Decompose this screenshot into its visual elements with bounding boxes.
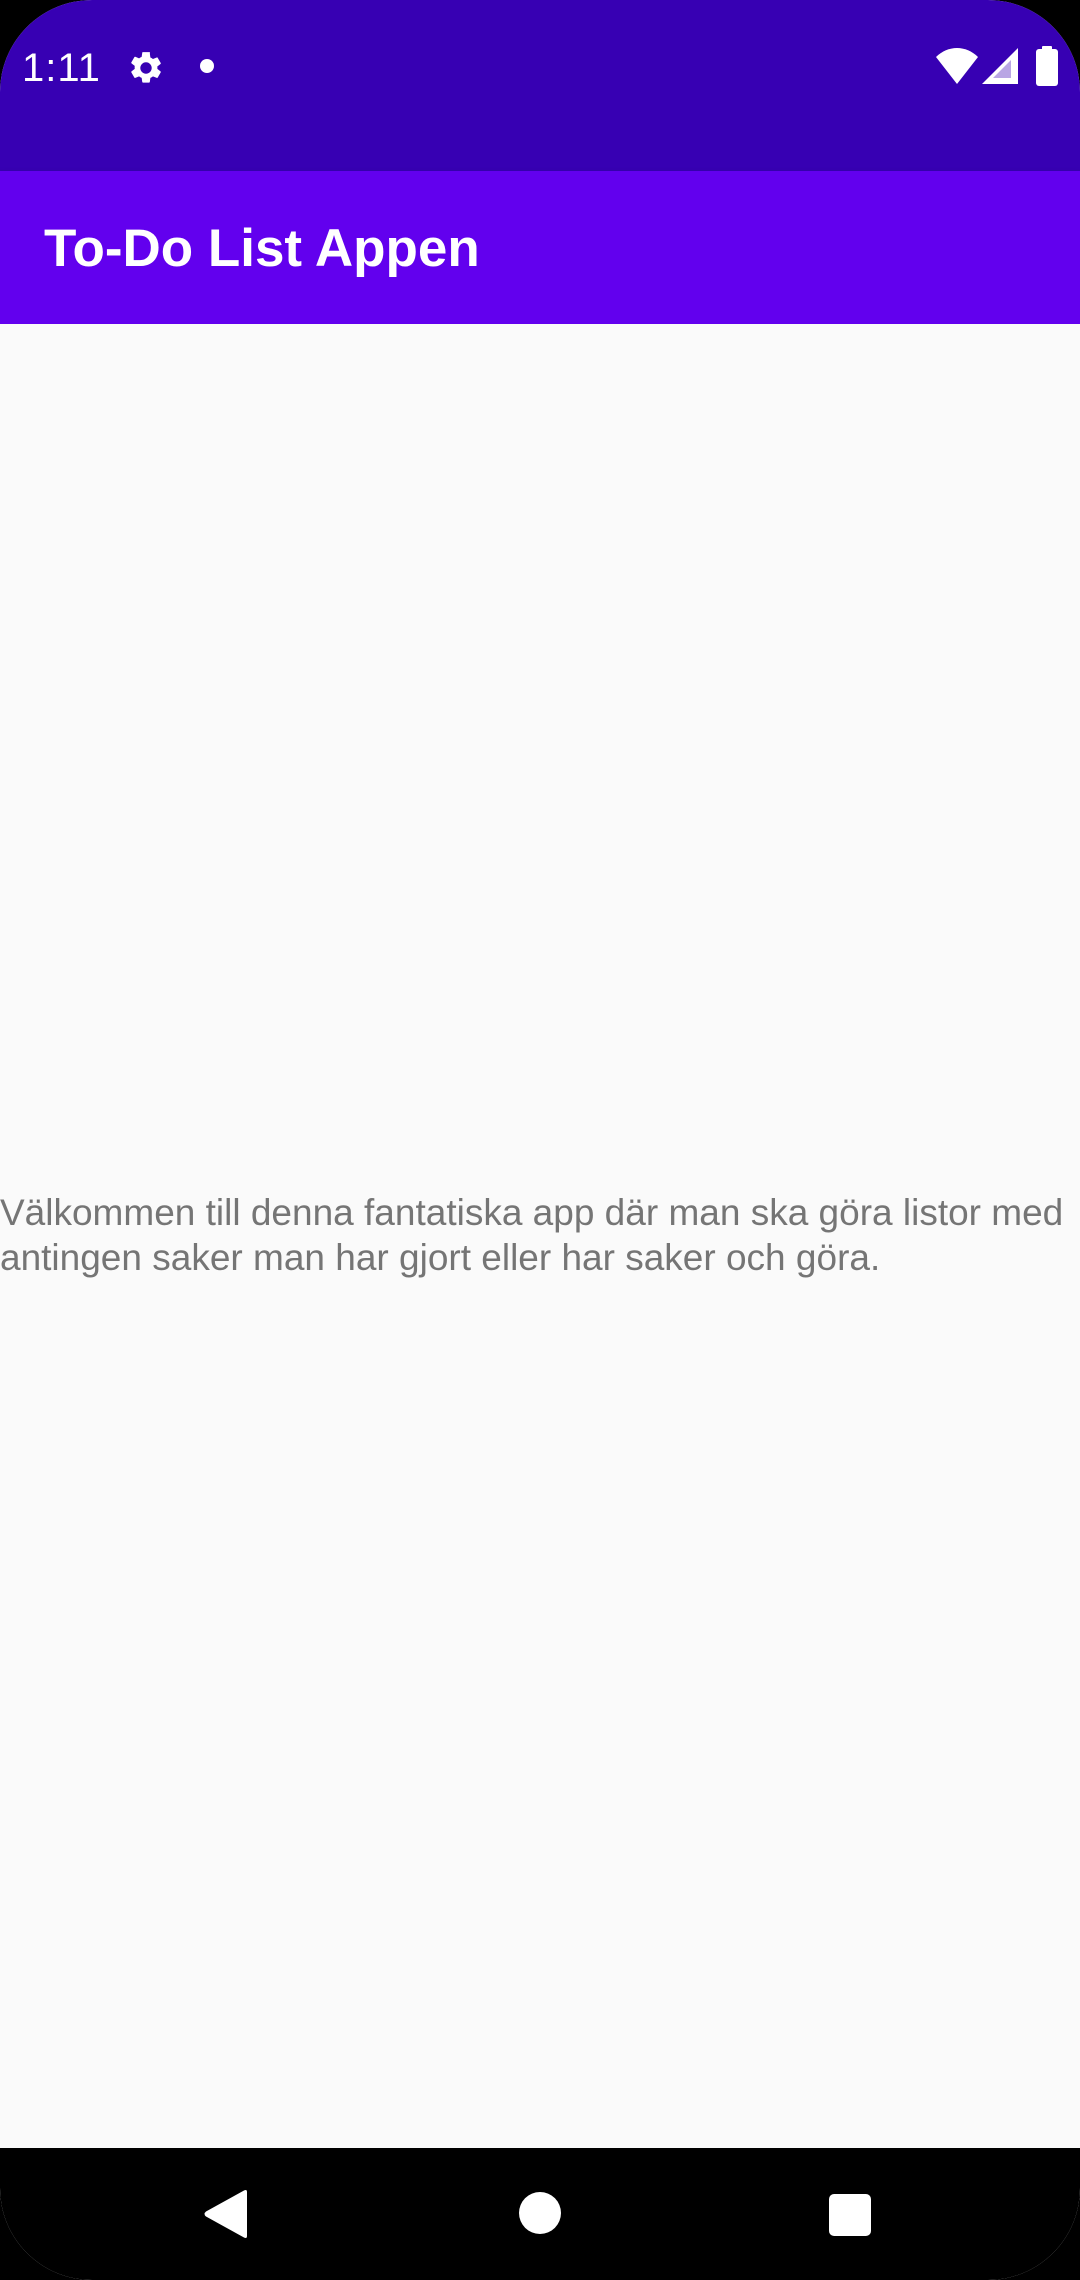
status-bar: 1:11 [0,0,1080,171]
status-time: 1:11 [22,46,101,90]
recents-icon[interactable] [829,2194,871,2236]
app-bar: To-Do List Appen [0,171,1080,324]
home-icon[interactable] [519,2192,561,2234]
back-icon[interactable] [203,2189,249,2239]
cell-signal-icon [982,48,1018,84]
notification-dot-icon [200,59,214,73]
welcome-text: Välkommen till denna fantatiska app där … [0,1192,1064,1278]
app-title: To-Do List Appen [44,219,480,278]
wifi-icon [936,48,978,84]
phone-screen: 1:11 To-Do List Appen Välkommen till den… [0,0,1080,2280]
main-content: Välkommen till denna fantatiska app där … [0,324,1080,2148]
battery-icon [1036,46,1058,86]
navigation-bar [0,2148,1080,2280]
gear-icon [131,52,161,83]
